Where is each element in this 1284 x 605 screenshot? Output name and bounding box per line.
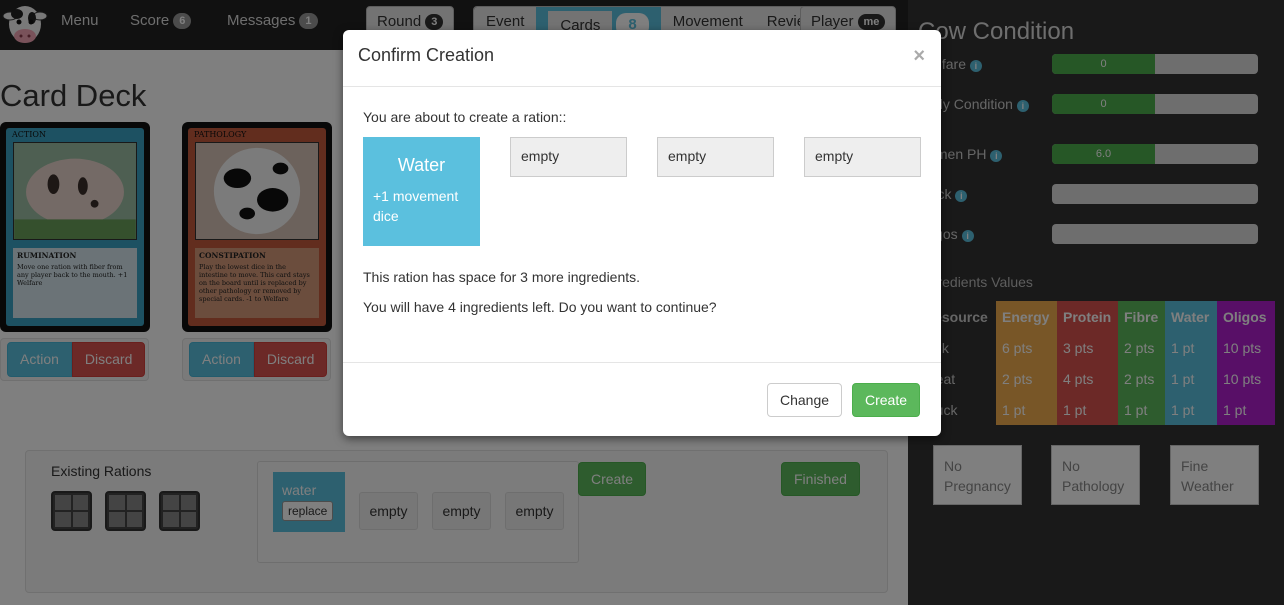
modal-footer: Change Create [343, 362, 941, 436]
change-button[interactable]: Change [767, 383, 843, 417]
modal-title: Confirm Creation [358, 45, 495, 65]
ingredient-slot: empty [510, 137, 627, 177]
ingredient-card-water: Water +1 movement dice [363, 137, 480, 246]
modal-header: Confirm Creation × [343, 30, 941, 87]
modal-body: You are about to create a ration:: Water… [343, 87, 941, 362]
ingredient-slot: empty [804, 137, 921, 177]
ingredient-effect: +1 movement dice [373, 188, 459, 224]
confirm-creation-modal: Confirm Creation × You are about to crea… [343, 30, 941, 436]
space-info-text: This ration has space for 3 more ingredi… [363, 269, 641, 285]
close-icon[interactable]: × [913, 45, 925, 68]
ingredients-left-text: You will have 4 ingredients left. Do you… [363, 299, 717, 315]
modal-intro-text: You are about to create a ration:: [363, 109, 567, 125]
create-button[interactable]: Create [852, 383, 921, 417]
ingredient-name: Water [397, 155, 446, 175]
ingredient-slot: empty [657, 137, 774, 177]
